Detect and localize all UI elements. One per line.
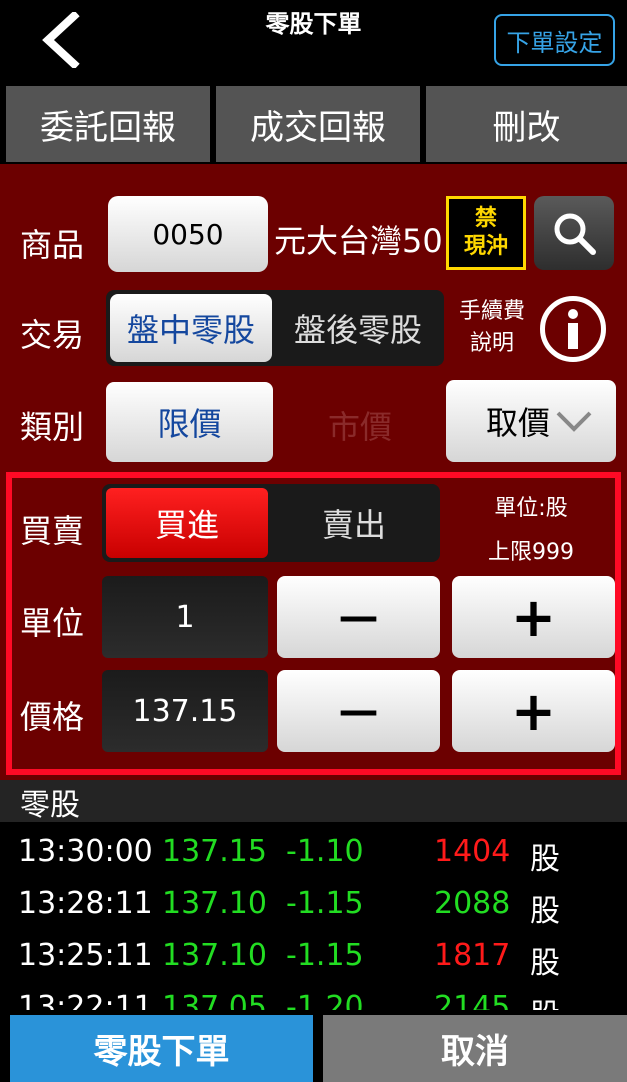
badge-line2: 現沖 xyxy=(463,234,508,259)
tick-list: 零股 13:30:00 137.15 -1.10 1404 股 13:28:11… xyxy=(0,780,627,1033)
limit-price-option[interactable]: 限價 xyxy=(106,382,273,462)
tick-volume: 1404 xyxy=(434,834,511,869)
order-settings-button[interactable]: 下單設定 xyxy=(494,14,615,66)
tick-volume: 1817 xyxy=(434,938,511,973)
trade-label: 交易 xyxy=(20,316,85,354)
cancel-button[interactable]: 取消 xyxy=(323,1015,627,1082)
tab-modify-cancel[interactable]: 刪改 xyxy=(426,86,627,162)
product-code-input[interactable]: 0050 xyxy=(108,196,268,272)
tick-unit: 股 xyxy=(530,946,560,981)
tab-fill-report[interactable]: 成交回報 xyxy=(216,86,426,162)
tick-row: 13:28:11 137.10 -1.15 2088 股 xyxy=(0,878,627,930)
tab-order-report[interactable]: 委託回報 xyxy=(6,86,216,162)
market-price-option[interactable]: 市價 xyxy=(290,402,430,448)
search-icon xyxy=(554,213,596,255)
fee-line2: 說明 xyxy=(469,331,514,356)
tick-row: 13:30:00 137.15 -1.10 1404 股 xyxy=(0,826,627,878)
chevron-down-icon xyxy=(556,411,592,432)
price-pick-label: 取價 xyxy=(486,404,551,442)
intraday-oddlot-option[interactable]: 盤中零股 xyxy=(110,294,272,362)
header-bar: 零股下單 下單設定 xyxy=(0,0,627,86)
afterhours-oddlot-option[interactable]: 盤後零股 xyxy=(274,294,442,362)
price-pick-dropdown[interactable]: 取價 xyxy=(446,380,616,462)
tick-price: 137.10 xyxy=(162,886,267,921)
type-label: 類別 xyxy=(20,408,85,446)
tick-price: 137.10 xyxy=(162,938,267,973)
fee-info-text: 手續費 說明 xyxy=(450,296,534,360)
no-daytrade-badge: 禁 現沖 xyxy=(446,196,526,270)
search-button[interactable] xyxy=(534,196,614,270)
badge-line1: 禁 xyxy=(474,206,497,231)
tick-header-label: 零股 xyxy=(20,788,80,823)
product-label: 商品 xyxy=(20,226,85,264)
tick-change: -1.15 xyxy=(286,938,364,973)
tick-row: 13:25:11 137.10 -1.15 1817 股 xyxy=(0,930,627,982)
tick-change: -1.15 xyxy=(286,886,364,921)
tick-time: 13:28:11 xyxy=(18,886,153,921)
tick-time: 13:30:00 xyxy=(18,834,153,869)
highlight-frame xyxy=(6,472,621,775)
product-name: 元大台灣50 xyxy=(274,222,443,260)
tick-time: 13:25:11 xyxy=(18,938,153,973)
info-icon[interactable] xyxy=(540,296,606,362)
tick-list-header: 零股 xyxy=(0,780,627,823)
fee-line1: 手續費 xyxy=(458,299,525,324)
submit-oddlot-order-button[interactable]: 零股下單 xyxy=(10,1015,313,1082)
tick-price: 137.15 xyxy=(162,834,267,869)
tick-volume: 2088 xyxy=(434,886,511,921)
tick-unit: 股 xyxy=(530,894,560,929)
tick-unit: 股 xyxy=(530,842,560,877)
tick-change: -1.10 xyxy=(286,834,364,869)
